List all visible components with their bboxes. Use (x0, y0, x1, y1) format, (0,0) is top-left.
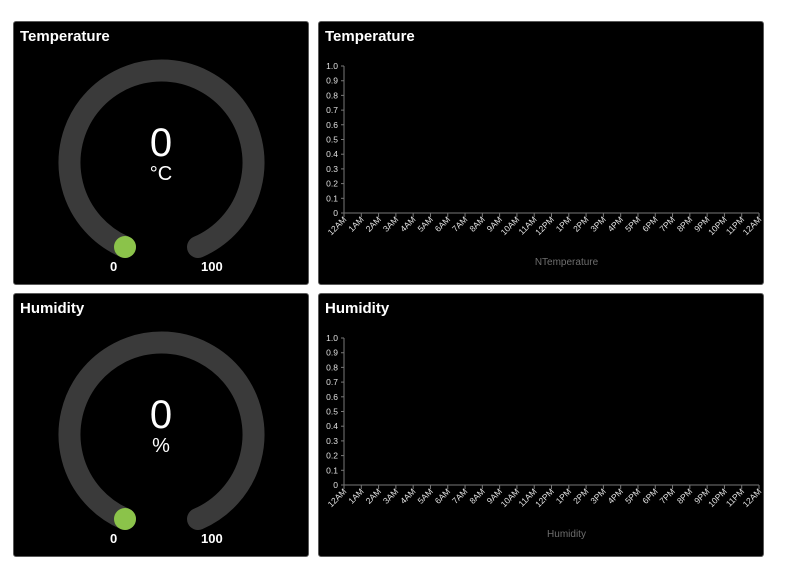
humidity-chart-y-tick-label: 0.1 (326, 465, 338, 475)
humidity-gauge-min: 0 (110, 531, 118, 546)
temperature-chart-x-tick-label: 2PM (571, 214, 590, 233)
temperature-chart-x-tick-label: 8AM (467, 214, 486, 233)
humidity-gauge-value: 0 (149, 393, 173, 437)
temperature-chart-x-tick-label: 2AM (364, 214, 383, 233)
temperature-chart-x-axis-title: NTemperature (535, 257, 599, 268)
temperature-gauge-card: Temperature 0 °C 0 100 (13, 21, 309, 285)
humidity-chart-y-tick-label: 0.6 (326, 392, 338, 402)
humidity-chart-x-tick-label: 4AM (398, 486, 417, 505)
temperature-gauge-min: 0 (110, 259, 118, 274)
humidity-chart-x-tick-label: 2AM (364, 486, 383, 505)
temperature-chart-y-tick-label: 0.8 (326, 90, 338, 100)
temperature-chart-x-tick-label: 12PM (533, 214, 556, 237)
humidity-chart-x-tick-label: 7AM (450, 486, 469, 505)
humidity-chart-x-tick-label: 12AM (326, 486, 349, 509)
temperature-chart-x-tick-label: 6PM (640, 214, 659, 233)
humidity-chart-y-tick-label: 0 (333, 480, 338, 490)
humidity-chart-y-tick-label: 0.8 (326, 362, 338, 372)
temperature-chart-y-tick-label: 0.5 (326, 135, 338, 145)
humidity-chart-x-tick-label: 8AM (467, 486, 486, 505)
temperature-chart-x-tick-label: 7AM (450, 214, 469, 233)
temperature-chart-x-tick-label: 7PM (658, 214, 677, 233)
temperature-chart-x-tick-label: 5PM (623, 214, 642, 233)
temperature-chart-y-tick-label: 0.9 (326, 76, 338, 86)
humidity-gauge-max: 100 (201, 531, 223, 546)
humidity-chart: 00.10.20.30.40.50.60.70.80.91.012AM1AM2A… (326, 333, 764, 540)
humidity-chart-x-tick-label: 12AM (741, 486, 764, 509)
temperature-gauge-value: 0 (149, 121, 173, 165)
humidity-chart-x-tick-label: 7PM (658, 486, 677, 505)
temperature-chart: 00.10.20.30.40.50.60.70.80.91.012AM1AM2A… (326, 61, 764, 268)
humidity-chart-x-tick-label: 3PM (588, 486, 607, 505)
temperature-chart-x-tick-label: 10PM (706, 214, 729, 237)
temperature-chart-y-tick-label: 0.2 (326, 179, 338, 189)
temperature-chart-x-tick-label: 3PM (588, 214, 607, 233)
temperature-gauge-indicator (114, 236, 136, 258)
humidity-chart-y-tick-label: 0.3 (326, 436, 338, 446)
temperature-chart-x-tick-label: 8PM (675, 214, 694, 233)
humidity-chart-x-tick-label: 6AM (433, 486, 452, 505)
temperature-chart-y-tick-label: 0.1 (326, 193, 338, 203)
humidity-gauge-indicator (114, 508, 136, 530)
temperature-chart-x-tick-label: 12AM (741, 214, 764, 237)
humidity-chart-y-tick-label: 1.0 (326, 333, 338, 343)
humidity-gauge-unit: % (152, 435, 170, 457)
humidity-chart-x-tick-label: 10AM (499, 486, 522, 509)
humidity-chart-x-tick-label: 1PM (554, 486, 573, 505)
humidity-chart-y-tick-label: 0.7 (326, 377, 338, 387)
humidity-chart-card: Humidity 0 0.1 0.2 0.3 0.4 0.5 0.6 0.7 0.8 0.9 1.0… (318, 293, 764, 557)
humidity-chart-y-tick-label: 0.4 (326, 421, 338, 431)
humidity-chart-x-tick-label: 5PM (623, 486, 642, 505)
temperature-chart-x-tick-label: 10AM (499, 214, 522, 237)
temperature-chart-y-tick-label: 0.4 (326, 149, 338, 159)
temperature-chart-x-tick-label: 6AM (433, 214, 452, 233)
humidity-chart-x-tick-label: 3AM (381, 486, 400, 505)
humidity-chart-x-tick-label: 1AM (346, 486, 365, 505)
humidity-chart-x-tick-label: 6PM (640, 486, 659, 505)
temperature-chart-y-tick-label: 0.3 (326, 164, 338, 174)
humidity-chart-y-tick-label: 0.2 (326, 451, 338, 461)
temperature-chart-x-tick-label: 4AM (398, 214, 417, 233)
temperature-chart-x-tick-label: 4PM (606, 214, 625, 233)
humidity-gauge-card: Humidity 0 % 0 100 (13, 293, 309, 557)
humidity-chart-y-tick-label: 0.9 (326, 348, 338, 358)
temperature-chart-y-tick-label: 0 (333, 208, 338, 218)
temperature-chart-card: Temperature 0 0.1 0.2 0.3 0.4 0.5 0.6 0.7 0.8 0.9… (318, 21, 764, 285)
humidity-chart-x-tick-label: 8PM (675, 486, 694, 505)
temperature-gauge-unit: °C (149, 163, 173, 185)
humidity-chart-x-tick-label: 2PM (571, 486, 590, 505)
temperature-chart-x-tick-label: 3AM (381, 214, 400, 233)
humidity-chart-x-tick-label: 12PM (533, 486, 556, 509)
temperature-chart-x-tick-label: 5AM (415, 214, 434, 233)
humidity-chart-x-tick-label: 5AM (415, 486, 434, 505)
temperature-chart-x-tick-label: 1PM (554, 214, 573, 233)
temperature-chart-y-tick-label: 0.7 (326, 105, 338, 115)
humidity-chart-y-tick-label: 0.5 (326, 407, 338, 417)
humidity-chart-x-tick-label: 10PM (706, 486, 729, 509)
temperature-chart-y-tick-label: 1.0 (326, 61, 338, 71)
humidity-chart-x-tick-label: 4PM (606, 486, 625, 505)
humidity-chart-x-axis-title: Humidity (547, 529, 586, 540)
temperature-gauge-max: 100 (201, 259, 223, 274)
temperature-chart-x-tick-label: 1AM (346, 214, 365, 233)
temperature-chart-x-tick-label: 12AM (326, 214, 349, 237)
temperature-chart-y-tick-label: 0.6 (326, 120, 338, 130)
